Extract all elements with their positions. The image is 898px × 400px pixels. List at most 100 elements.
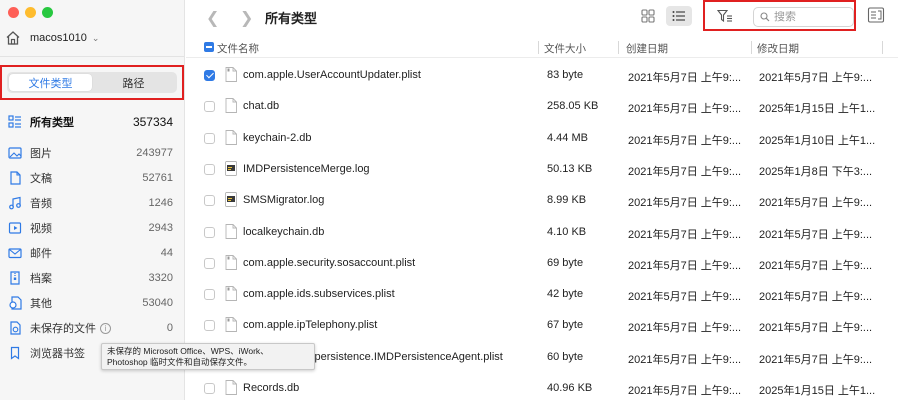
table-row[interactable]: chat.db 258.05 KB 2021年5月7日 上午9:... 2025年1月… (186, 91, 898, 122)
category-all-types[interactable]: 所有类型 357334 (0, 109, 184, 135)
table-row[interactable]: com.apple.ids.subservices.plist 42 byte 20… (186, 279, 898, 310)
close-window-button[interactable] (8, 7, 19, 18)
column-divider[interactable] (882, 41, 883, 54)
category-archives[interactable]: 档案 3320 (0, 265, 184, 290)
back-button[interactable]: ❮ (206, 8, 219, 28)
file-size: 50.13 KB (547, 162, 593, 175)
row-checkbox[interactable] (204, 289, 215, 301)
row-checkbox[interactable] (204, 195, 215, 207)
column-divider[interactable] (538, 41, 539, 54)
tab-path[interactable]: 路径 (92, 74, 175, 91)
category-mail[interactable]: 邮件 44 (0, 240, 184, 265)
category-count: 2943 (148, 221, 173, 234)
table-header: 文件名称 文件大小 创建日期 修改日期 (186, 37, 898, 58)
category-other[interactable]: 其他 53040 (0, 290, 184, 315)
category-count: 0 (166, 321, 173, 334)
table-row[interactable]: com.apple.ipTelephony.plist 67 byte 2021年5… (186, 310, 898, 341)
created-date: 2021年5月7日 上午9:... (628, 385, 742, 397)
forward-button[interactable]: ❯ (240, 8, 253, 28)
column-divider[interactable] (618, 41, 619, 54)
file-size: 4.44 MB (547, 131, 588, 144)
category-label: 档案 (30, 272, 52, 285)
list-icon (672, 11, 685, 21)
zoom-window-button[interactable] (42, 7, 53, 18)
row-checkbox[interactable] (204, 383, 215, 394)
filter-icon[interactable] (717, 9, 733, 23)
modified-date: 2025年1月8日 下午3:... (759, 165, 873, 178)
row-checkbox[interactable] (204, 132, 215, 144)
category-images[interactable]: 图片 243977 (0, 140, 184, 165)
category-label-text: 未保存的文件 (30, 322, 96, 335)
view-mode-highlight: 文件类型 路径 (0, 65, 184, 100)
category-video[interactable]: 视频 2943 (0, 215, 184, 240)
list-view-button[interactable] (666, 6, 692, 26)
table-row[interactable]: Records.db 40.96 KB 2021年5月7日 上午9:... 2025年… (186, 373, 898, 400)
column-divider[interactable] (751, 41, 752, 54)
bookmark-icon (10, 346, 20, 360)
column-header-size[interactable]: 文件大小 (544, 41, 586, 56)
row-checkbox[interactable] (204, 163, 215, 175)
table-row[interactable]: SMSMigrator.log 8.99 KB 2021年5月7日 上午9:... 2… (186, 185, 898, 216)
row-checkbox[interactable] (204, 320, 215, 332)
document-icon (10, 170, 21, 185)
category-audio[interactable]: 音频 1246 (0, 190, 184, 215)
minimize-window-button[interactable] (25, 7, 36, 18)
table-row[interactable]: com.apple.security.sosaccount.plist 69 by… (186, 248, 898, 279)
filter-search-highlight (703, 0, 856, 31)
scrollbar[interactable] (892, 60, 896, 385)
created-date: 2021年5月7日 上午9:... (628, 291, 742, 304)
account-selector[interactable]: macos1010 ⌄ (5, 26, 178, 50)
created-date: 2021年5月7日 上午9:... (628, 228, 742, 241)
select-all-checkbox[interactable] (204, 42, 214, 52)
category-count: 52761 (142, 171, 173, 184)
modified-date: 2025年1月15日 上午1... (759, 103, 876, 116)
info-icon[interactable]: i (100, 322, 111, 334)
search-input[interactable] (774, 11, 844, 23)
category-count: 53040 (142, 296, 173, 309)
table-row[interactable]: IMDPersistenceMerge.log 50.13 KB 2021年5月7日… (186, 154, 898, 185)
file-size: 60 byte (547, 350, 584, 363)
db-file-icon (225, 98, 237, 114)
tab-file-type[interactable]: 文件类型 (9, 74, 92, 91)
column-header-modified[interactable]: 修改日期 (757, 41, 799, 56)
table-row[interactable]: com.apple.UserAccountUpdater.plist 83 byt… (186, 60, 898, 91)
file-size: 42 byte (547, 288, 584, 301)
column-header-name[interactable]: 文件名称 (217, 41, 259, 56)
log-file-icon (225, 160, 237, 176)
search-icon (760, 12, 770, 22)
modified-date: 2021年5月7日 上午9:... (759, 291, 873, 304)
modified-date: 2025年1月10日 上午1... (759, 134, 876, 147)
modified-date: 2021年5月7日 上午9:... (759, 197, 873, 210)
created-date: 2021年5月7日 上午9:... (628, 353, 742, 366)
table-row[interactable]: keychain-2.db 4.44 MB 2021年5月7日 上午9:... 202… (186, 123, 898, 154)
category-label: 未保存的文件 i (30, 320, 167, 336)
file-size: 40.96 KB (547, 382, 593, 394)
db-file-icon (225, 223, 237, 239)
plist-file-icon (225, 67, 237, 82)
view-mode-segmented-control: 文件类型 路径 (7, 72, 177, 93)
grid-view-button[interactable] (635, 6, 661, 26)
row-checkbox[interactable] (204, 101, 215, 113)
category-label: 所有类型 (30, 117, 74, 129)
notes-icon[interactable] (867, 6, 885, 24)
row-checkbox[interactable] (204, 226, 215, 238)
category-documents[interactable]: 文稿 52761 (0, 165, 184, 190)
row-checkbox[interactable] (204, 70, 215, 81)
file-name: localkeychain.db (243, 225, 325, 238)
unsaved-file-icon (10, 320, 21, 335)
table-row[interactable]: localkeychain.db 4.10 KB 2021年5月7日 上午9:...… (186, 217, 898, 248)
category-unsaved-files[interactable]: 未保存的文件 i 0 (0, 315, 184, 340)
file-name: SMSMigrator.log (243, 194, 325, 207)
category-count: 3320 (148, 271, 173, 284)
row-checkbox[interactable] (204, 257, 215, 269)
file-name: keychain-2.db (243, 131, 312, 144)
created-date: 2021年5月7日 上午9:... (628, 322, 742, 335)
category-count: 357334 (132, 115, 173, 129)
column-header-created[interactable]: 创建日期 (626, 41, 668, 56)
category-label: 音频 (30, 197, 52, 210)
file-name: chat.db (243, 100, 280, 113)
category-label: 图片 (30, 147, 52, 160)
category-list: 所有类型 357334 图片 243977 文稿 52761 音频 1246 视… (0, 109, 184, 365)
plist-file-icon (225, 254, 237, 270)
window-controls (8, 7, 53, 18)
